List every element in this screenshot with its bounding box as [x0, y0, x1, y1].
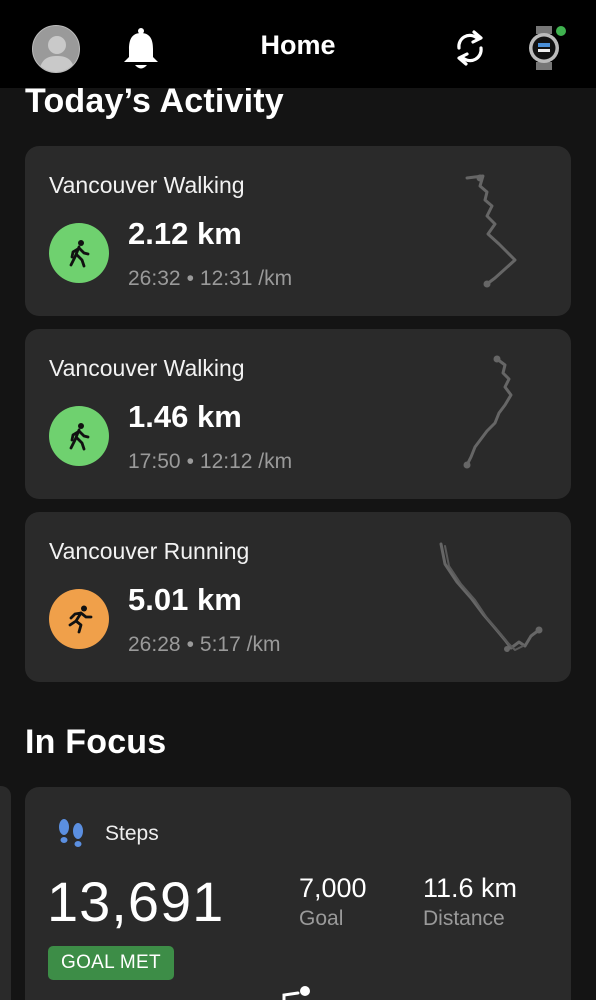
activity-card[interactable]: Vancouver Walking 2.12 km 26:32 • 12:31 /k…	[25, 146, 571, 316]
steps-distance-value: 11.6 km	[423, 873, 518, 903]
steps-count: 13,691	[47, 870, 225, 933]
walking-icon	[69, 423, 90, 451]
running-icon	[68, 605, 93, 634]
steps-label: Steps	[105, 822, 159, 845]
goal-met-badge: GOAL MET	[48, 946, 174, 980]
activity-pace: 5:17 /km	[199, 633, 281, 656]
section-title-focus: In Focus	[25, 723, 167, 761]
activity-name: Vancouver Walking	[49, 172, 245, 198]
activity-pace: 12:31 /km	[199, 267, 293, 290]
meta-separator: •	[186, 267, 194, 290]
activity-duration: 26:32	[128, 267, 181, 290]
steps-goal-label: Goal	[299, 907, 344, 930]
top-bar: Home	[0, 0, 596, 88]
activity-card[interactable]: Vancouver Running 5.01 km 26:28 • 5:17 /km	[25, 512, 571, 682]
activity-card[interactable]: Vancouver Walking 1.46 km 17:50 • 12:12 /k…	[25, 329, 571, 499]
steps-goal-value: 7,000	[299, 873, 367, 903]
meta-separator: •	[186, 633, 194, 656]
activity-pace: 12:12 /km	[199, 450, 293, 473]
activity-meta: 17:50 • 12:12 /km	[128, 450, 292, 474]
footprints-icon	[59, 819, 83, 847]
activity-meta: 26:32 • 12:31 /km	[128, 267, 292, 291]
meta-separator: •	[186, 450, 194, 473]
activity-name: Vancouver Walking	[49, 355, 245, 381]
activity-duration: 17:50	[128, 450, 181, 473]
activity-duration: 26:28	[128, 633, 181, 656]
route-map-thumbnail	[439, 542, 543, 652]
page-title: Home	[260, 30, 336, 60]
route-map-thumbnail	[463, 355, 513, 469]
activity-name: Vancouver Running	[49, 538, 250, 564]
steps-distance-label: Distance	[423, 907, 505, 930]
steps-card[interactable]: Steps 13,691 7,000 Goal 11.6 km Distance…	[25, 787, 571, 1000]
previous-focus-card[interactable]	[0, 786, 11, 1000]
sync-icon[interactable]	[450, 26, 490, 70]
activity-distance: 1.46 km	[128, 399, 242, 434]
watch-connected-indicator	[556, 26, 566, 36]
route-map-thumbnail	[465, 174, 517, 288]
activity-type-badge	[49, 223, 109, 283]
activity-type-badge	[49, 406, 109, 466]
chart-marker-icon	[282, 986, 310, 1000]
activity-meta: 26:28 • 5:17 /km	[128, 633, 280, 657]
activity-distance: 2.12 km	[128, 216, 242, 251]
activity-type-badge	[49, 589, 109, 649]
activity-distance: 5.01 km	[128, 582, 242, 617]
walking-icon	[69, 240, 90, 268]
